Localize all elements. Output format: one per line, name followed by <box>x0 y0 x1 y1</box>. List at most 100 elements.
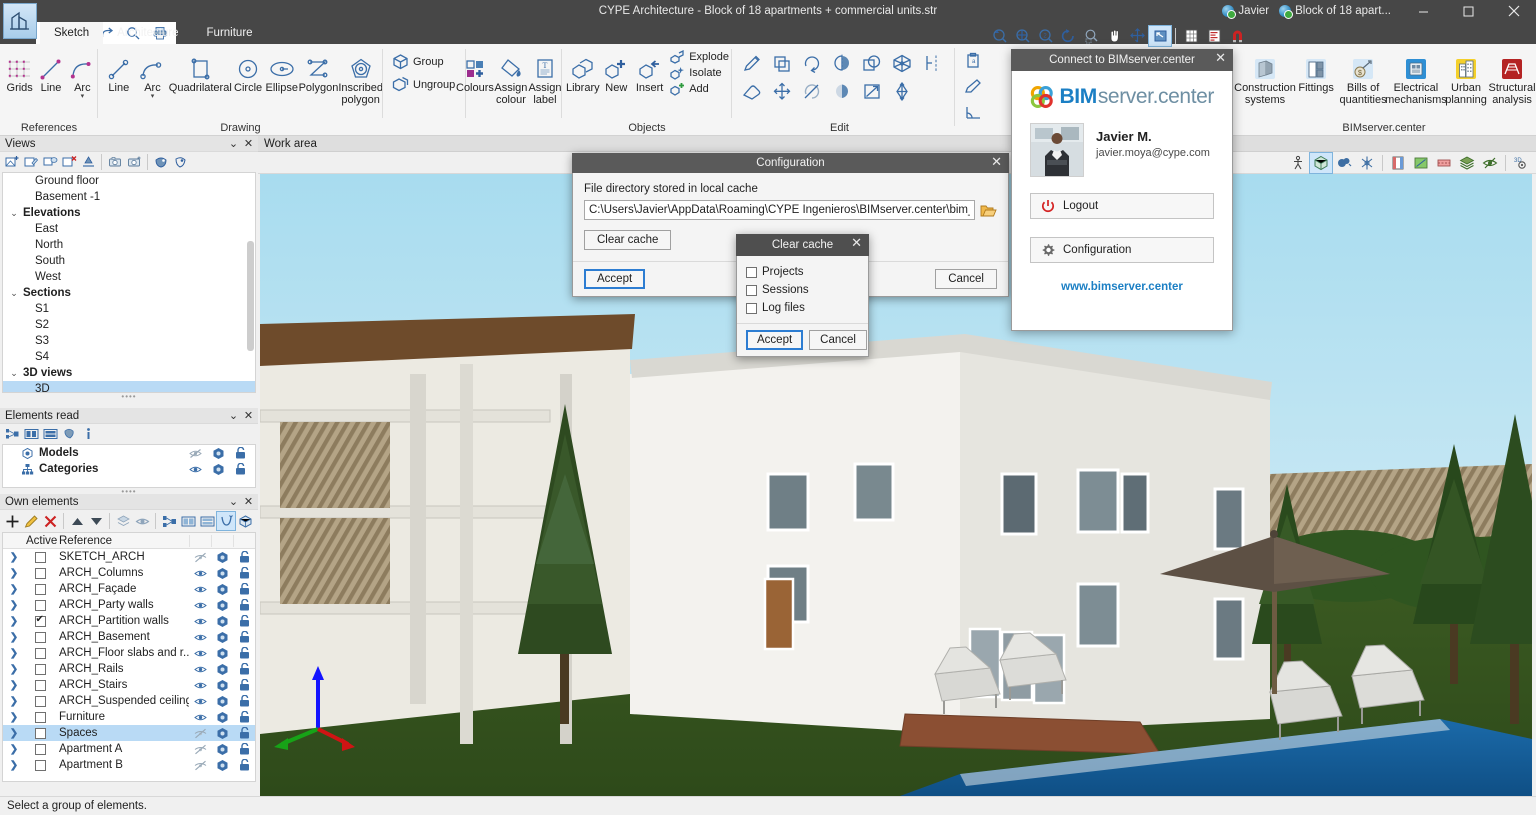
eye-hidden-icon[interactable] <box>189 760 211 771</box>
row-active-checkbox[interactable] <box>25 727 55 739</box>
views-tree-item[interactable]: ⌄ 3D views <box>3 365 255 381</box>
electrical-mechanisms-button[interactable]: Electrical mechanisms <box>1385 48 1447 106</box>
zoom-extents-icon[interactable] <box>1011 26 1033 46</box>
draw-line-button[interactable]: Line <box>102 48 136 106</box>
row-active-checkbox[interactable] <box>25 567 55 579</box>
section-icon[interactable] <box>1387 153 1409 173</box>
tab-furniture[interactable]: Furniture <box>193 22 267 44</box>
chevron-down-icon[interactable]: ▾ <box>81 93 85 100</box>
eye-visible-icon[interactable] <box>189 680 211 691</box>
row-active-checkbox[interactable] <box>25 711 55 723</box>
elements-read-row[interactable]: Categories <box>3 461 255 477</box>
restore-view-icon[interactable] <box>1148 25 1172 47</box>
row-active-checkbox[interactable] <box>25 614 55 627</box>
clear-cache-option-checkbox[interactable] <box>746 266 757 278</box>
expand-row-icon[interactable]: ❯ <box>3 744 25 755</box>
clear-cache-option-checkbox[interactable] <box>746 302 757 314</box>
isolate-button[interactable]: Isolate <box>666 65 732 81</box>
configuration-accept-button[interactable]: Accept <box>584 269 646 289</box>
views-tree-item[interactable]: S2 <box>3 317 255 333</box>
eye-visible-icon[interactable] <box>189 568 211 579</box>
row-active-checkbox[interactable] <box>25 631 55 643</box>
eye-visible-icon[interactable] <box>189 616 211 627</box>
own-elements-row[interactable]: ❯ ARCH_Façade <box>3 581 255 597</box>
expand-row-icon[interactable]: ❯ <box>3 728 25 739</box>
copy-icon[interactable] <box>768 50 796 76</box>
camera-settings-icon[interactable] <box>125 153 143 171</box>
views-tree-item[interactable]: 3D <box>3 381 255 392</box>
link-models-icon[interactable] <box>3 425 21 443</box>
lock-open-icon[interactable] <box>233 551 255 563</box>
circle-button[interactable]: Circle <box>231 48 265 106</box>
eye-hidden-icon[interactable] <box>189 448 202 459</box>
cache-directory-input[interactable] <box>584 200 975 220</box>
select-mode-icon[interactable] <box>216 511 236 531</box>
eye-hidden-icon[interactable] <box>189 728 211 739</box>
intersect-icon[interactable] <box>858 50 886 76</box>
own-elements-row[interactable]: ❯ ARCH_Rails <box>3 661 255 677</box>
own-elements-collapse-button[interactable]: ⌄ <box>226 495 241 508</box>
expand-row-icon[interactable]: ❯ <box>3 664 25 675</box>
delete-view-icon[interactable] <box>60 153 78 171</box>
inscribed-polygon-button[interactable]: Inscribed polygon <box>338 48 383 106</box>
minimize-button[interactable] <box>1401 0 1446 22</box>
assign-colour-button[interactable]: Assign colour <box>494 48 528 106</box>
clear-cache-option[interactable]: Sessions <box>746 281 859 299</box>
update-icon[interactable] <box>60 425 78 443</box>
refresh-icon[interactable] <box>1057 26 1079 46</box>
zoom-window-icon[interactable] <box>988 26 1010 46</box>
row-active-checkbox[interactable] <box>25 663 55 675</box>
new-object-button[interactable]: New <box>600 48 633 97</box>
rotate-axis-icon[interactable] <box>798 78 826 104</box>
render-cube-icon[interactable] <box>211 743 233 756</box>
snap-settings-icon[interactable] <box>1203 26 1225 46</box>
tab-sketch[interactable]: Sketch <box>40 22 104 44</box>
elements-read-collapse-button[interactable]: ⌄ <box>226 409 241 422</box>
views-tree-item[interactable]: Ground floor <box>3 173 255 189</box>
rotate-icon[interactable] <box>798 50 826 76</box>
zoom-previous-icon[interactable]: 2 <box>1034 26 1056 46</box>
clear-cache-button[interactable]: Clear cache <box>584 230 672 250</box>
wireframe-icon[interactable] <box>1356 153 1378 173</box>
library-button[interactable]: Library <box>566 48 600 97</box>
copy-view-icon[interactable] <box>41 153 59 171</box>
edit-icon[interactable] <box>22 512 40 530</box>
clear-cache-option[interactable]: Projects <box>746 263 859 281</box>
close-button[interactable] <box>1491 0 1536 22</box>
structural-analysis-button[interactable]: Structural analysis <box>1488 48 1536 106</box>
own-elements-row[interactable]: ❯ ARCH_Partition walls <box>3 613 255 629</box>
own-elements-row[interactable]: ❯ ARCH_Floor slabs and r... <box>3 645 255 661</box>
hide-icon[interactable] <box>1479 153 1501 173</box>
person-scale-icon[interactable] <box>1287 153 1309 173</box>
eye-visible-icon[interactable] <box>189 464 202 475</box>
info-icon[interactable] <box>79 425 97 443</box>
tab-architecture[interactable]: Architecture <box>103 22 192 44</box>
views-panel-close-button[interactable]: ✕ <box>241 137 256 150</box>
own-elements-close-button[interactable]: ✕ <box>241 495 256 508</box>
lock-open-icon[interactable] <box>233 647 255 659</box>
views-tree-item[interactable]: Basement -1 <box>3 189 255 205</box>
eye-visible-icon[interactable] <box>189 712 211 723</box>
export-layer-icon[interactable] <box>133 512 151 530</box>
lock-open-icon[interactable] <box>233 759 255 771</box>
render-cube-icon[interactable] <box>211 631 233 644</box>
clear-cache-accept-button[interactable]: Accept <box>746 330 804 350</box>
expand-row-icon[interactable]: ❯ <box>3 648 25 659</box>
row-active-checkbox[interactable] <box>25 695 55 707</box>
render-cube-icon[interactable] <box>211 599 233 612</box>
views-scrollbar[interactable] <box>247 241 254 351</box>
expand-row-icon[interactable]: ❯ <box>3 680 25 691</box>
clip-plane-icon[interactable] <box>1433 153 1455 173</box>
camera-icon[interactable] <box>106 153 124 171</box>
render-cube-icon[interactable] <box>211 711 233 724</box>
view-3d-icon[interactable] <box>152 153 170 171</box>
box-view-icon[interactable] <box>1309 151 1333 174</box>
elements-read-close-button[interactable]: ✕ <box>241 409 256 422</box>
lock-open-icon[interactable] <box>235 463 246 475</box>
fittings-button[interactable]: Fittings <box>1294 48 1338 106</box>
row-active-checkbox[interactable] <box>25 743 55 755</box>
render-cube-icon[interactable] <box>211 567 233 580</box>
elevation-view-icon[interactable] <box>79 153 97 171</box>
insert-object-button[interactable]: Insert <box>633 48 666 97</box>
urban-planning-button[interactable]: Urban planning <box>1444 48 1488 106</box>
